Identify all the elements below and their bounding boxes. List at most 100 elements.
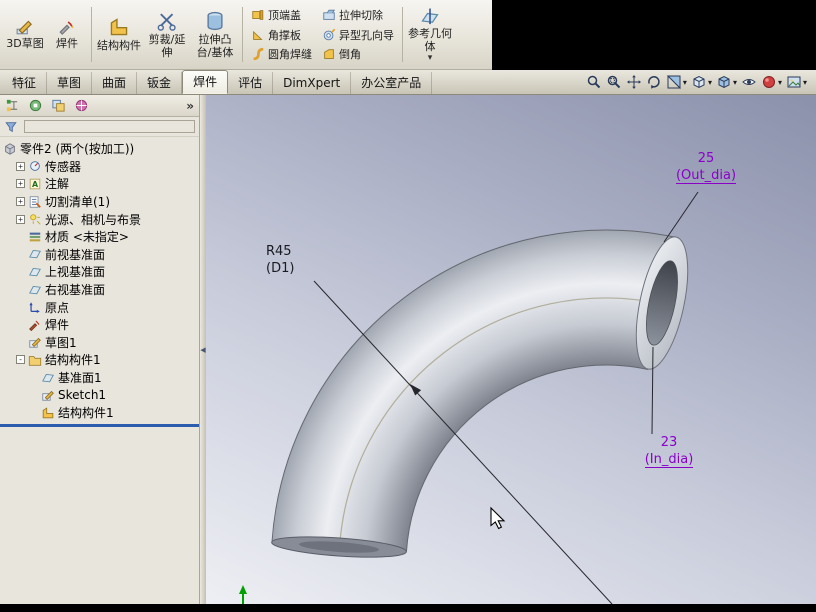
tree-item-origin[interactable]: 原点 — [0, 298, 199, 316]
tree-item-sensors[interactable]: + 传感器 — [0, 158, 199, 176]
hole-wizard-button-label: 异型孔向导 — [339, 28, 394, 42]
tree-item-cut-list[interactable]: + 切割清单(1) — [0, 193, 199, 211]
outer-diameter-dimension-label[interactable]: 25 (Out_dia) — [658, 151, 754, 185]
annotations-icon: A — [28, 177, 42, 191]
tab-evaluate[interactable]: 评估 — [228, 72, 274, 94]
tab-sketch[interactable]: 草图 — [47, 72, 93, 94]
tree-filter-bar[interactable] — [0, 117, 199, 137]
radius-dim-value: R45 — [266, 244, 292, 259]
gusset-button[interactable]: 角撑板 — [248, 26, 315, 44]
panel-tab-strip: » — [0, 95, 199, 117]
dropdown-arrow-icon: ▾ — [427, 52, 433, 63]
expand-toggle[interactable]: + — [16, 179, 25, 189]
tab-dimxpert[interactable]: DimXpert — [273, 72, 352, 94]
chamfer-icon — [322, 47, 336, 61]
plane-icon — [41, 371, 55, 385]
propertymanager-tab[interactable] — [28, 98, 43, 113]
tree-item-sketch1[interactable]: 草图1 — [0, 334, 199, 352]
expand-toggle[interactable]: + — [16, 214, 25, 224]
weldment-ribbon-icon — [58, 18, 76, 36]
tree-item-right-plane-label: 右视基准面 — [45, 283, 106, 298]
inner-diameter-dimension-label[interactable]: 23 (In_dia) — [621, 435, 717, 469]
panel-empty-area — [0, 427, 199, 605]
apply-scene-button[interactable]: ▾ — [785, 73, 808, 91]
ribbon-group-weldment-main: 结构构件 剪裁/延伸 拉伸凸台/基体 — [95, 2, 239, 67]
chamfer-button[interactable]: 倒角 — [319, 45, 397, 63]
feature-tree: 零件2 (两个(按加工)) + 传感器 + A 注解 + 切割清单(1) + 光源、相机与布景 材质… — [0, 137, 199, 422]
tree-item-top-plane[interactable]: 上视基准面 — [0, 263, 199, 281]
tree-item-annotations-label: 注解 — [45, 177, 70, 192]
weldment-button[interactable]: 焊件 — [46, 15, 88, 54]
pipe-model[interactable] — [271, 229, 698, 561]
trim-extend-button[interactable]: 剪裁/延伸 — [143, 7, 191, 62]
expand-toggle[interactable]: - — [16, 355, 25, 365]
structural-member-button-label: 结构构件 — [97, 39, 141, 53]
dropdown-arrow-icon: ▾ — [707, 77, 712, 87]
weldment-button-label: 焊件 — [56, 37, 78, 51]
view-orientation-button[interactable]: ▾ — [690, 73, 713, 91]
zoom-to-fit-button[interactable] — [585, 73, 603, 91]
trim-extend-button-label: 剪裁/延伸 — [148, 32, 186, 59]
tab-weldments[interactable]: 焊件 — [182, 70, 229, 94]
tab-office-products[interactable]: 办公室产品 — [351, 72, 433, 94]
extruded-cut-button[interactable]: 拉伸切除 — [319, 6, 397, 24]
expand-toggle[interactable]: + — [16, 197, 25, 207]
hole-wizard-button[interactable]: 异型孔向导 — [319, 26, 397, 44]
tree-item-top-plane-label: 上视基准面 — [45, 265, 106, 280]
sketch-icon — [28, 335, 42, 349]
display-style-button[interactable]: ▾ — [715, 73, 738, 91]
dropdown-arrow-icon: ▾ — [732, 77, 737, 87]
hide-show-items-button[interactable] — [740, 73, 758, 91]
sensors-icon — [28, 159, 42, 173]
tab-features[interactable]: 特征 — [2, 72, 48, 94]
structural-member-button[interactable]: 结构构件 — [95, 13, 143, 56]
outer-dia-leader[interactable] — [663, 191, 699, 243]
weldment-icon — [28, 318, 42, 332]
dropdown-arrow-icon: ▾ — [682, 77, 687, 87]
pan-button[interactable] — [625, 73, 643, 91]
graphics-area[interactable]: R45 (D1) 25 (Out_dia) 23 (In_dia) — [206, 95, 816, 604]
tree-item-sketch1-sub[interactable]: Sketch1 — [0, 386, 199, 404]
tab-sheet-metal[interactable]: 钣金 — [137, 72, 183, 94]
displaymanager-tab[interactable] — [74, 98, 89, 113]
ribbon-separator — [91, 7, 92, 62]
zoom-to-area-button[interactable] — [605, 73, 623, 91]
end-cap-button[interactable]: 顶端盖 — [248, 6, 315, 24]
lights-icon — [28, 212, 42, 226]
filter-input[interactable] — [24, 120, 195, 133]
tree-item-material[interactable]: 材质 <未指定> — [0, 228, 199, 246]
panel-splitter[interactable]: ◀ — [199, 95, 206, 604]
tree-item-weldment-label: 焊件 — [45, 318, 70, 333]
expand-toggle[interactable]: + — [16, 161, 25, 171]
configurationmanager-tab[interactable] — [51, 98, 66, 113]
inner-dia-value: 23 — [660, 435, 678, 450]
fillet-bead-button[interactable]: 圆角焊缝 — [248, 45, 315, 63]
trim-extend-icon — [156, 10, 178, 32]
tree-item-structural-member1[interactable]: - 结构构件1 — [0, 351, 199, 369]
reference-geometry-button[interactable]: 参考几何体 ▾ — [406, 3, 454, 65]
section-view-button[interactable]: ▾ — [665, 73, 688, 91]
tree-item-part-root[interactable]: 零件2 (两个(按加工)) — [0, 140, 199, 158]
3d-sketch-button[interactable]: 3D草图 — [4, 15, 46, 54]
extruded-boss-base-button[interactable]: 拉伸凸台/基体 — [191, 7, 239, 62]
radius-dimension-label[interactable]: R45 (D1) — [266, 244, 294, 278]
tree-item-plane1[interactable]: 基准面1 — [0, 369, 199, 387]
edit-appearance-button[interactable]: ▾ — [760, 73, 783, 91]
tree-item-weldment[interactable]: 焊件 — [0, 316, 199, 334]
featuremanager-tree-tab[interactable] — [5, 98, 20, 113]
tree-item-sensors-label: 传感器 — [45, 159, 82, 174]
tree-item-front-plane[interactable]: 前视基准面 — [0, 246, 199, 264]
tree-item-right-plane[interactable]: 右视基准面 — [0, 281, 199, 299]
rotate-view-button[interactable] — [645, 73, 663, 91]
tab-surfaces[interactable]: 曲面 — [92, 72, 138, 94]
tree-item-part-root-label: 零件2 (两个(按加工)) — [20, 142, 135, 157]
panel-overflow-chevron[interactable]: » — [186, 99, 194, 113]
extruded-cut-icon — [322, 8, 336, 22]
dropdown-arrow-icon: ▾ — [777, 77, 782, 87]
ribbon-group-weldment-col2: 拉伸切除异型孔向导倒角 — [317, 2, 399, 67]
tree-item-structural-member1-sub[interactable]: 结构构件1 — [0, 404, 199, 422]
end-cap-button-label: 顶端盖 — [268, 9, 301, 22]
end-cap-icon — [251, 8, 265, 22]
tree-item-annotations[interactable]: + A 注解 — [0, 175, 199, 193]
tree-item-lights-cameras[interactable]: + 光源、相机与布景 — [0, 210, 199, 228]
